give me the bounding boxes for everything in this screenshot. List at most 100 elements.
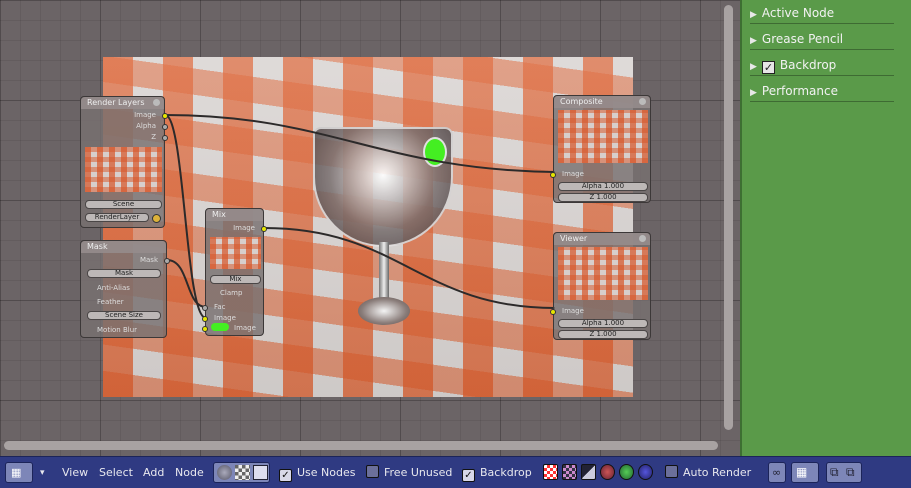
input-image2-label: Image: [234, 324, 256, 332]
snap-icon[interactable]: ∞: [768, 462, 786, 483]
editor-header: ▦ ▾ View Select Add Node ✓ Use Nodes Free…: [0, 456, 911, 488]
backdrop-toggle[interactable]: ✓ Backdrop: [462, 463, 532, 483]
snap-element-dropdown[interactable]: ▦: [791, 462, 819, 483]
editor-type-menu[interactable]: ▦: [5, 462, 33, 483]
tree-type-selector[interactable]: [213, 462, 270, 483]
input-image2-socket[interactable]: [202, 326, 208, 332]
input-image-socket[interactable]: [550, 172, 556, 178]
mix-node[interactable]: Mix Image Mix Clamp Fac Image Image: [202, 208, 267, 336]
shader-tree-icon[interactable]: [217, 465, 232, 480]
channel-blue-icon[interactable]: [638, 464, 653, 480]
blend-mode-label: Mix: [229, 275, 242, 283]
mix-preview: [210, 237, 261, 269]
compositing-tree-icon[interactable]: [253, 465, 268, 480]
z-value: Z 1.000: [589, 193, 617, 201]
panel-active-node[interactable]: ▶ Active Node: [750, 2, 894, 24]
output-mask-label: Mask: [139, 256, 158, 264]
output-mask-socket[interactable]: [164, 258, 170, 264]
menu-add[interactable]: Add: [143, 463, 164, 483]
collapse-menus-icon[interactable]: ▾: [40, 463, 45, 483]
backdrop-color-alpha-icon[interactable]: [543, 464, 558, 480]
output-z-label: Z: [151, 133, 156, 141]
free-unused-checkbox[interactable]: [366, 465, 379, 478]
disclosure-triangle-icon: ▶: [750, 10, 757, 20]
panel-performance[interactable]: ▶ Performance: [750, 80, 894, 102]
node-title: Composite: [560, 97, 603, 106]
paste-nodes-icon[interactable]: ⧉: [846, 465, 855, 480]
viewer-node[interactable]: Viewer Image Alpha 1.000 Z 1.000: [550, 232, 651, 340]
node-title: Mix: [212, 210, 226, 219]
motion-blur-toggle[interactable]: Motion Blur: [97, 326, 137, 334]
menu-select[interactable]: Select: [99, 463, 133, 483]
properties-panel: ▶ Active Node ▶ Grease Pencil ▶ ✓ Backdrop ▶…: [740, 0, 911, 456]
horizontal-scrollbar[interactable]: [4, 441, 718, 450]
input-image1-label: Image: [214, 314, 236, 322]
z-field[interactable]: Z 1.000: [558, 193, 648, 202]
free-unused-toggle[interactable]: Free Unused: [366, 463, 452, 483]
backdrop-checkbox[interactable]: ✓: [761, 61, 775, 74]
backdrop-header-checkbox[interactable]: ✓: [462, 469, 475, 482]
output-z-socket[interactable]: [162, 135, 168, 141]
backdrop-label: Backdrop: [480, 466, 532, 479]
size-mode-dropdown[interactable]: Scene Size: [87, 311, 161, 320]
use-nodes-checkbox[interactable]: ✓: [279, 469, 292, 482]
backdrop-alpha-icon[interactable]: [581, 464, 596, 480]
output-image-socket[interactable]: [162, 113, 168, 119]
node-header[interactable]: Composite: [554, 96, 650, 108]
menu-view[interactable]: View: [62, 463, 88, 483]
copy-paste-buttons[interactable]: ⧉ ⧉: [826, 462, 862, 483]
texture-tree-icon[interactable]: [235, 465, 250, 480]
node-preview-icon[interactable]: [639, 235, 646, 242]
channel-red-icon[interactable]: [600, 464, 615, 480]
use-nodes-toggle[interactable]: ✓ Use Nodes: [279, 463, 356, 483]
node-header[interactable]: Mask: [81, 241, 166, 253]
output-image-socket[interactable]: [261, 226, 267, 232]
render-button-icon[interactable]: [152, 214, 161, 223]
clamp-toggle[interactable]: Clamp: [220, 289, 242, 297]
node-title: Mask: [87, 242, 108, 251]
mask-name: Mask: [114, 269, 134, 277]
mask-green-overlay: [423, 137, 447, 167]
node-preview-icon[interactable]: [153, 99, 160, 106]
node-header[interactable]: Render Layers: [81, 97, 164, 109]
auto-render-toggle[interactable]: Auto Render: [665, 463, 751, 483]
node-editor-icon: ▦: [11, 466, 22, 479]
z-field[interactable]: Z 1.000: [558, 330, 648, 339]
mask-datablock[interactable]: Mask: [87, 269, 161, 278]
copy-nodes-icon[interactable]: ⧉: [830, 465, 839, 480]
menu-node[interactable]: Node: [175, 463, 204, 483]
input-image-socket[interactable]: [550, 309, 556, 315]
scene-selector[interactable]: Scene: [85, 200, 162, 209]
output-image-label: Image: [233, 224, 255, 232]
node-header[interactable]: Mix: [206, 209, 263, 221]
render-layers-node[interactable]: Render Layers Image Alpha Z Scene Render…: [80, 96, 168, 228]
color-swatch[interactable]: [211, 323, 229, 331]
blend-mode-dropdown[interactable]: Mix: [210, 275, 261, 284]
alpha-value: Alpha 1.000: [581, 319, 625, 327]
node-header[interactable]: Viewer: [554, 233, 650, 245]
node-preview-icon[interactable]: [639, 98, 646, 105]
alpha-field[interactable]: Alpha 1.000: [558, 182, 648, 191]
panel-grease-pencil[interactable]: ▶ Grease Pencil: [750, 28, 894, 50]
vertical-scrollbar[interactable]: [724, 5, 733, 430]
input-fac-label: Fac: [214, 303, 226, 311]
layer-selector[interactable]: RenderLayer: [85, 213, 149, 222]
node-title: Viewer: [560, 234, 588, 243]
alpha-field[interactable]: Alpha 1.000: [558, 319, 648, 328]
auto-render-checkbox[interactable]: [665, 465, 678, 478]
channel-green-icon[interactable]: [619, 464, 634, 480]
backdrop-color-icon[interactable]: [562, 464, 577, 480]
viewer-preview: [558, 247, 648, 300]
input-fac-socket[interactable]: [202, 305, 208, 311]
composite-node[interactable]: Composite Image Alpha 1.000 Z 1.000: [550, 95, 651, 203]
input-image1-socket[interactable]: [202, 316, 208, 322]
feather-toggle[interactable]: Feather: [97, 298, 124, 306]
panel-backdrop[interactable]: ▶ ✓ Backdrop: [750, 54, 894, 76]
z-value: Z 1.000: [589, 330, 617, 338]
panel-label: Backdrop: [779, 58, 837, 72]
output-alpha-socket[interactable]: [162, 124, 168, 130]
anti-alias-toggle[interactable]: Anti-Alias: [97, 284, 130, 292]
input-image-label: Image: [562, 170, 584, 178]
node-editor-canvas[interactable]: Render Layers Image Alpha Z Scene Render…: [0, 0, 740, 456]
mask-node[interactable]: Mask Mask Mask Anti-Alias Feather Scene …: [80, 240, 170, 338]
